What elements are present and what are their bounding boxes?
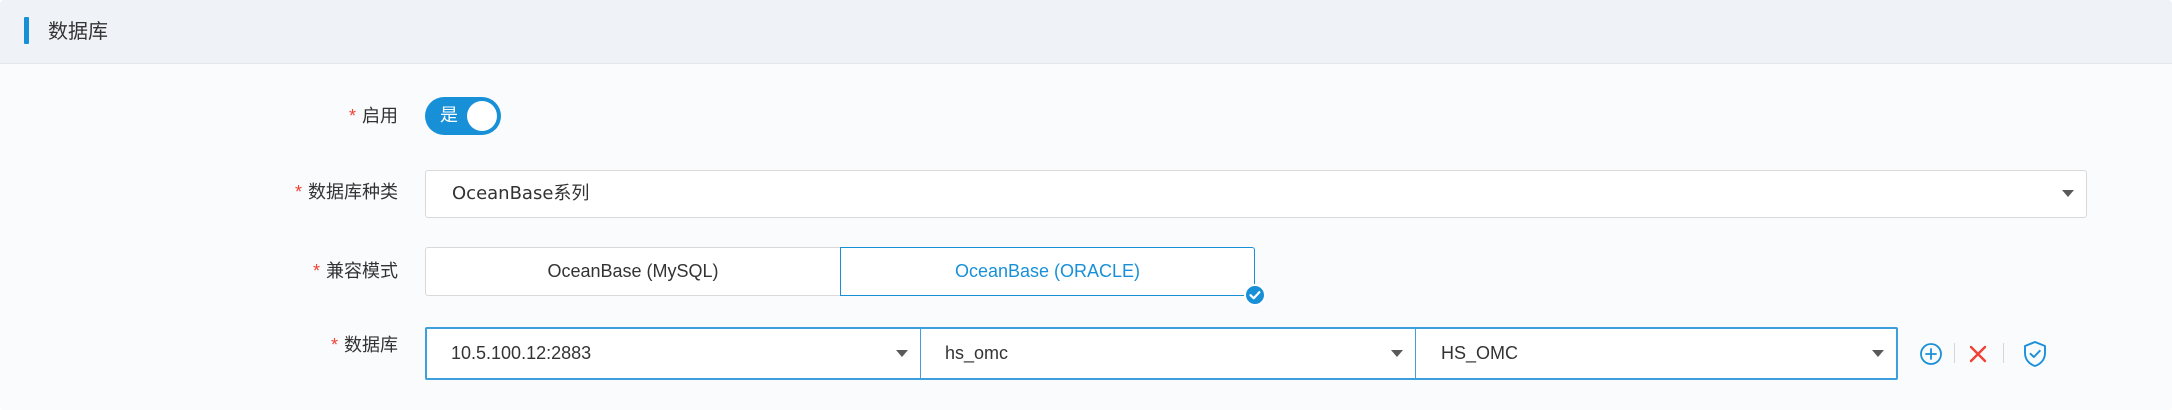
required-mark: * [294,182,302,202]
compat-mode-option-mysql[interactable]: OceanBase (MySQL) [425,247,841,296]
compat-mode-label-text: 兼容模式 [326,261,398,282]
db-type-label-text: 数据库种类 [308,182,398,203]
enable-label: * 启用 [349,101,398,131]
db-type-value: OceanBase系列 [452,183,590,204]
compat-mode-label: * 兼容模式 [313,256,398,286]
enable-toggle[interactable]: 是 [425,97,501,135]
caret-down-icon [1391,350,1403,357]
panel-header: 数据库 [0,0,2172,64]
header-accent-bar [24,17,29,44]
database-select-group: 10.5.100.12:2883 hs_omc HS_OMC [425,327,1898,380]
action-separator [1954,343,1955,363]
db-address-value: 10.5.100.12:2883 [451,343,592,363]
db-schema-value: HS_OMC [1441,343,1519,363]
caret-down-icon [1872,350,1884,357]
check-badge-icon [1244,284,1266,306]
db-type-select[interactable]: OceanBase系列 [425,170,2087,218]
required-mark: * [312,261,320,281]
database-label-text: 数据库 [344,335,398,356]
required-mark: * [348,106,356,126]
database-panel: 数据库 * 启用 是 * 数据库种类 OceanBase系列 * 兼容模式 Ocean… [0,0,2172,410]
db-user-select[interactable]: hs_omc [921,329,1415,378]
caret-down-icon [2062,190,2074,197]
toggle-text: 是 [440,105,458,126]
compat-mode-option-oracle[interactable]: OceanBase (ORACLE) [840,247,1255,296]
caret-down-icon [896,350,908,357]
shield-check-icon[interactable] [2022,340,2048,373]
action-separator [2003,343,2004,363]
close-icon[interactable] [1966,342,1990,371]
db-schema-select[interactable]: HS_OMC [1416,329,1896,378]
db-address-select[interactable]: 10.5.100.12:2883 [427,329,920,378]
db-user-value: hs_omc [945,343,1009,363]
plus-circle-icon[interactable] [1919,342,1943,371]
db-type-label: * 数据库种类 [295,177,398,207]
toggle-knob [467,101,497,131]
required-mark: * [330,335,338,355]
database-label: * 数据库 [331,330,398,360]
enable-label-text: 启用 [362,106,398,127]
panel-title: 数据库 [48,19,108,43]
